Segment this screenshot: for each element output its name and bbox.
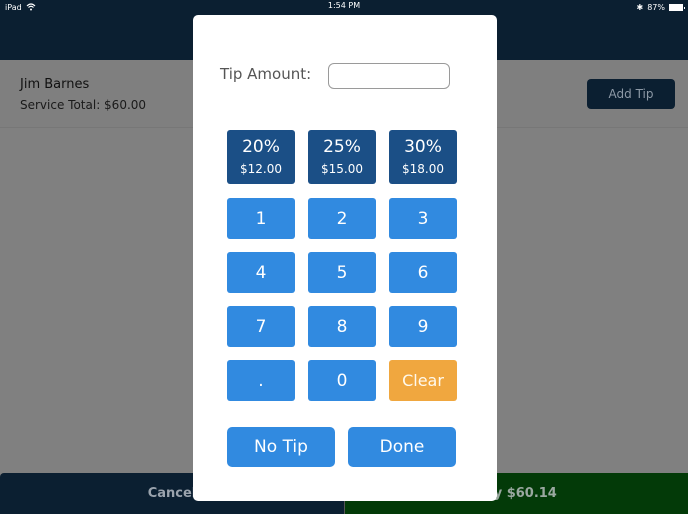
tip-amount-input[interactable]	[328, 63, 450, 89]
preset-amount: $18.00	[402, 162, 444, 176]
status-bar: iPad 1:54 PM ✱ 87%	[0, 0, 688, 14]
key-4-button[interactable]: 4	[227, 252, 295, 293]
customer-name: Jim Barnes	[20, 77, 90, 92]
preset-percent: 25%	[323, 137, 361, 157]
service-total: Service Total: $60.00	[20, 98, 147, 112]
key-0-button[interactable]: 0	[308, 360, 376, 401]
key-7-button[interactable]: 7	[227, 306, 295, 347]
preset-amount: $12.00	[240, 162, 282, 176]
add-tip-button[interactable]: Add Tip	[587, 79, 675, 109]
tip-modal: Tip Amount: 20% $12.00 25% $15.00 30% $1…	[193, 15, 497, 501]
battery-icon	[669, 3, 685, 11]
preset-30-button[interactable]: 30% $18.00	[389, 130, 457, 184]
done-button[interactable]: Done	[348, 427, 456, 467]
tip-amount-label: Tip Amount:	[220, 65, 312, 83]
preset-20-button[interactable]: 20% $12.00	[227, 130, 295, 184]
key-8-button[interactable]: 8	[308, 306, 376, 347]
preset-percent: 30%	[404, 137, 442, 157]
key-6-button[interactable]: 6	[389, 252, 457, 293]
key-3-button[interactable]: 3	[389, 198, 457, 239]
preset-percent: 20%	[242, 137, 280, 157]
preset-25-button[interactable]: 25% $15.00	[308, 130, 376, 184]
key-decimal-button[interactable]: .	[227, 360, 295, 401]
key-1-button[interactable]: 1	[227, 198, 295, 239]
key-9-button[interactable]: 9	[389, 306, 457, 347]
clear-button[interactable]: Clear	[389, 360, 457, 401]
key-2-button[interactable]: 2	[308, 198, 376, 239]
status-time: 1:54 PM	[327, 1, 361, 10]
key-5-button[interactable]: 5	[308, 252, 376, 293]
no-tip-button[interactable]: No Tip	[227, 427, 335, 467]
preset-amount: $15.00	[321, 162, 363, 176]
